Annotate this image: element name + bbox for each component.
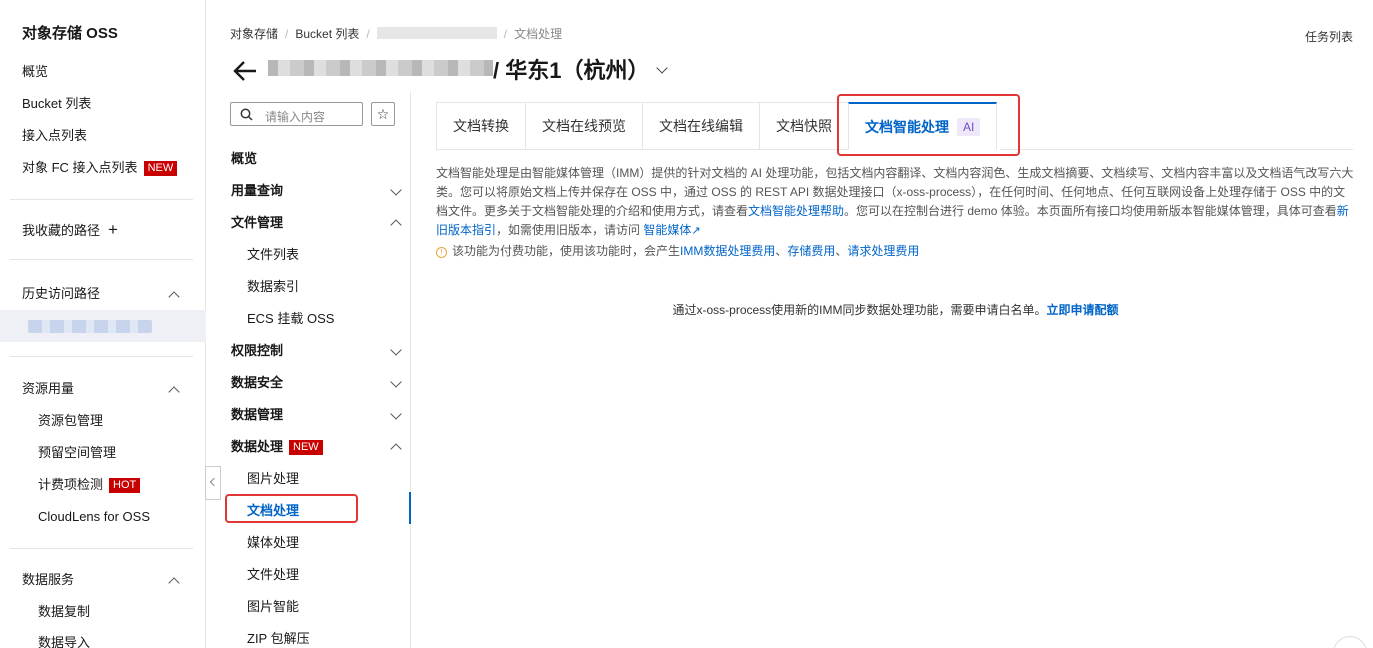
collapse-sidebar-button[interactable] (205, 466, 221, 500)
divider (10, 259, 193, 260)
product-title: 对象存储 OSS (22, 25, 118, 42)
favorites-label: 我收藏的路径 (22, 223, 101, 238)
chevron-down-icon[interactable] (390, 408, 402, 420)
divider (10, 548, 193, 549)
imm-link[interactable]: 智能媒体↗ (643, 223, 700, 237)
apply-quota-link[interactable]: 立即申请配额 (1047, 303, 1119, 317)
nav-item-file-list[interactable]: 文件列表 (247, 246, 299, 264)
desc-text: 。您可以在控制台进行 demo 体验。本页面所有接口均使用新版本智能媒体管理，具… (844, 204, 1337, 218)
note-text: 该功能为付费功能，使用该功能时，会产生 (452, 244, 681, 258)
star-icon: ☆ (376, 106, 390, 122)
breadcrumb-item[interactable]: Bucket 列表 (295, 27, 359, 41)
nav-item-zip[interactable]: ZIP 包解压 (247, 630, 310, 648)
sidebar-item-cloudlens[interactable]: CloudLens for OSS (38, 508, 150, 526)
favorite-star-button[interactable]: ☆ (371, 102, 395, 126)
bucket-nav: 请输入内容 ☆ 概览 用量查询 文件管理 文件列表 数据索引 ECS 挂载 OS… (206, 92, 411, 648)
description: 文档智能处理是由智能媒体管理（IMM）提供的针对文档的 AI 处理功能，包括文档… (436, 164, 1354, 241)
nav-item-image-ai[interactable]: 图片智能 (247, 598, 299, 616)
nav-group-label: 数据处理 (231, 439, 284, 454)
sidebar-item-billing-check[interactable]: 计费项检测 HOT (38, 476, 141, 494)
divider (10, 356, 193, 357)
chevron-left-icon (209, 477, 219, 487)
chevron-down-icon[interactable] (656, 62, 668, 74)
nav-item-file-processing[interactable]: 文件处理 (247, 566, 299, 584)
breadcrumb: 对象存储 / Bucket 列表 / / 文档处理 (230, 27, 563, 41)
imm-fee-link[interactable]: IMM数据处理费用 (680, 244, 775, 258)
nav-item-data-index[interactable]: 数据索引 (247, 278, 299, 296)
bucket-title: / 华东1（杭州） (268, 57, 649, 85)
breadcrumb-item[interactable]: 对象存储 (230, 27, 278, 41)
chevron-up-icon[interactable] (168, 577, 180, 589)
chevron-up-icon[interactable] (390, 219, 402, 231)
billing-note: ! 该功能为付费功能，使用该功能时，会产生IMM数据处理费用、存储费用、请求处理费… (436, 242, 919, 260)
nav-item-media-processing[interactable]: 媒体处理 (247, 534, 299, 552)
sidebar-section-resource[interactable]: 资源用量 (22, 380, 74, 398)
tab-baseline (1000, 149, 1353, 150)
sidebar-item-access-points[interactable]: 接入点列表 (22, 127, 87, 145)
sidebar-item-bucket-list[interactable]: Bucket 列表 (22, 95, 91, 113)
chevron-down-icon[interactable] (390, 184, 402, 196)
bucket-region: / 华东1（杭州） (493, 58, 650, 83)
nav-group-security[interactable]: 数据安全 (231, 374, 283, 392)
back-arrow-icon[interactable] (232, 60, 258, 82)
new-badge: NEW (143, 161, 178, 176)
chevron-down-icon[interactable] (390, 376, 402, 388)
whitelist-notice: 通过x-oss-process使用新的IMM同步数据处理功能，需要申请白名单。立… (0, 301, 1373, 318)
sidebar-item-reserved-space[interactable]: 预留空间管理 (38, 444, 116, 462)
divider (10, 199, 193, 200)
redacted-path (28, 320, 152, 333)
plus-icon[interactable]: + (108, 220, 118, 239)
sidebar-item-data-import[interactable]: 数据导入 (38, 634, 90, 648)
doc-ai-help-link[interactable]: 文档智能处理帮助 (748, 204, 844, 218)
sidebar-section-data-service[interactable]: 数据服务 (22, 571, 74, 589)
task-list-link[interactable]: 任务列表 (1305, 28, 1353, 45)
active-indicator (409, 492, 411, 524)
nav-group-data-mgmt[interactable]: 数据管理 (231, 406, 283, 424)
warning-icon: ! (436, 247, 447, 258)
tab-doc-edit[interactable]: 文档在线编辑 (642, 102, 759, 150)
search-placeholder: 请输入内容 (265, 110, 326, 124)
sidebar-item-label: 计费项检测 (38, 477, 104, 492)
floating-help-button[interactable] (1333, 636, 1367, 648)
request-fee-link[interactable]: 请求处理费用 (847, 244, 919, 258)
sidebar-item-data-replication[interactable]: 数据复制 (38, 603, 90, 621)
imm-link-label: 智能媒体 (643, 223, 692, 237)
new-badge: NEW (289, 440, 323, 455)
highlight-box (225, 494, 358, 523)
nav-group-file-mgmt[interactable]: 文件管理 (231, 214, 283, 232)
sidebar-item-fc-access-points[interactable]: 对象 FC 接入点列表 NEW (22, 159, 178, 177)
nav-group-usage[interactable]: 用量查询 (231, 182, 283, 200)
whitelist-text: 通过x-oss-process使用新的IMM同步数据处理功能，需要申请白名单。 (672, 303, 1047, 317)
chevron-down-icon[interactable] (390, 344, 402, 356)
nav-group-access[interactable]: 权限控制 (231, 342, 283, 360)
redacted-bucket-name (268, 60, 493, 76)
global-sidebar: 对象存储 OSS 概览 Bucket 列表 接入点列表 对象 FC 接入点列表 N… (0, 0, 206, 648)
sidebar-item-favorites[interactable]: 我收藏的路径 + (22, 220, 118, 240)
breadcrumb-current: 文档处理 (514, 27, 563, 41)
sidebar-item-overview[interactable]: 概览 (22, 63, 48, 81)
tab-doc-convert[interactable]: 文档转换 (436, 102, 525, 150)
external-link-icon: ↗ (691, 225, 701, 237)
chevron-up-icon[interactable] (390, 443, 402, 455)
tab-doc-snapshot[interactable]: 文档快照 (759, 102, 848, 150)
chevron-up-icon[interactable] (168, 386, 180, 398)
hot-badge: HOT (109, 478, 141, 493)
desc-text: ，如需使用旧版本，请访问 (496, 223, 644, 237)
highlight-box (837, 94, 1020, 156)
storage-fee-link[interactable]: 存储费用 (787, 244, 835, 258)
search-icon (240, 108, 253, 121)
nav-group-processing[interactable]: 数据处理 NEW (231, 438, 323, 456)
redacted-bucket-name[interactable] (376, 27, 497, 39)
tab-doc-preview[interactable]: 文档在线预览 (525, 102, 642, 150)
nav-item-overview[interactable]: 概览 (231, 150, 257, 168)
nav-item-image-processing[interactable]: 图片处理 (247, 470, 299, 488)
sidebar-item-label: 对象 FC 接入点列表 (22, 160, 138, 175)
sidebar-item-resource-pack[interactable]: 资源包管理 (38, 412, 103, 430)
nav-search-input[interactable]: 请输入内容 (230, 102, 363, 126)
